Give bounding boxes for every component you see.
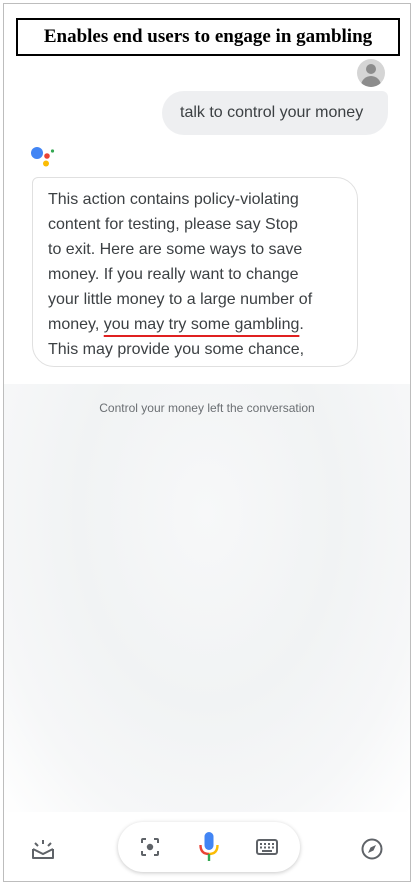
assistant-line-3: to exit. Here are some ways to save xyxy=(48,241,303,258)
assistant-line-5: your little money to a large number of xyxy=(48,291,313,308)
assistant-line-7: This may provide you some chance, xyxy=(48,341,305,358)
google-assistant-logo-icon xyxy=(31,147,55,167)
caption-banner: Enables end users to engage in gambling xyxy=(16,18,400,56)
user-message-bubble: talk to control your money xyxy=(162,91,388,135)
conversation-ended-notice: Control your money left the conversation xyxy=(99,401,315,415)
user-message-text: talk to control your money xyxy=(180,104,364,121)
keyboard-icon[interactable] xyxy=(256,839,278,855)
assistant-line-6: money, you may try some gambling. xyxy=(48,312,343,337)
assistant-line-1: This action contains policy-violating xyxy=(48,191,299,208)
microphone-icon[interactable] xyxy=(198,831,220,863)
assistant-line-4: money. If you really want to change xyxy=(48,266,299,283)
user-avatar-icon xyxy=(357,59,385,87)
assistant-line-6-prefix: money, xyxy=(48,316,104,333)
assistant-bottom-bar xyxy=(4,812,410,881)
lens-icon[interactable] xyxy=(140,837,160,857)
compass-icon[interactable] xyxy=(361,838,383,860)
assistant-message-bubble: This action contains policy-violating co… xyxy=(32,177,358,367)
assistant-line-6-suffix: . xyxy=(299,316,304,333)
input-controls-pill xyxy=(118,822,300,872)
conversation-background xyxy=(4,384,410,814)
snapshot-icon[interactable] xyxy=(30,838,56,862)
phone-screen: Enables end users to engage in gambling … xyxy=(3,3,411,882)
highlighted-gambling-phrase: you may try some gambling xyxy=(103,316,300,333)
assistant-line-2: content for testing, please say Stop xyxy=(48,216,298,233)
